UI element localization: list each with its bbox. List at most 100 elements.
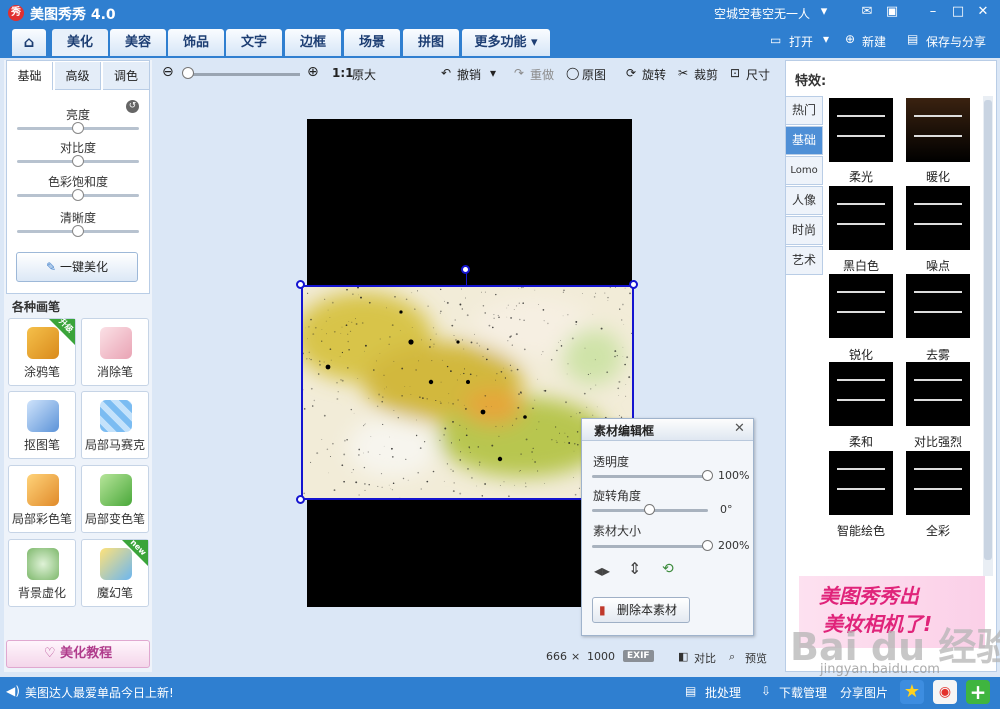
sharpness-knob[interactable] bbox=[72, 225, 84, 237]
effect-thumbnail[interactable] bbox=[829, 186, 893, 250]
maximize-icon[interactable]: □ bbox=[949, 3, 967, 21]
saturation-knob[interactable] bbox=[72, 189, 84, 201]
share-image-button[interactable]: 分享图片 bbox=[840, 684, 888, 701]
subtab-basic[interactable]: 基础 bbox=[7, 62, 53, 90]
category-portrait[interactable]: 人像 bbox=[785, 186, 823, 215]
star-dust bbox=[474, 333, 475, 335]
star-dust bbox=[453, 335, 455, 336]
replace-material-icon[interactable]: ⟲ bbox=[662, 561, 674, 577]
skin-icon[interactable]: ▣ bbox=[883, 3, 901, 21]
exif-button[interactable]: EXIF bbox=[623, 650, 654, 662]
star-dust bbox=[349, 330, 352, 333]
flip-horizontal-icon[interactable]: ◂▸ bbox=[594, 561, 610, 580]
resize-handle-top-right[interactable] bbox=[629, 280, 638, 289]
favorite-star-icon[interactable]: ★ bbox=[900, 680, 924, 704]
size-slider[interactable] bbox=[592, 545, 708, 548]
tutorial-button[interactable]: ♡ 美化教程 bbox=[6, 640, 150, 668]
rotation-handle[interactable] bbox=[461, 265, 470, 274]
size-button[interactable]: 尺寸 bbox=[746, 66, 770, 83]
brush-local-color[interactable]: 局部彩色笔 bbox=[8, 465, 76, 533]
brush-cutout[interactable]: 抠图笔 bbox=[8, 391, 76, 459]
download-manager-button[interactable]: 下载管理 bbox=[779, 684, 827, 701]
effects-scroll-thumb[interactable] bbox=[984, 100, 992, 560]
star-dust bbox=[444, 427, 447, 430]
open-button[interactable]: 打开 bbox=[789, 33, 813, 50]
effect-thumbnail[interactable] bbox=[906, 98, 970, 162]
rotate-button[interactable]: 旋转 bbox=[642, 66, 666, 83]
weibo-icon[interactable]: ◉ bbox=[933, 680, 957, 704]
effect-thumbnail[interactable] bbox=[829, 98, 893, 162]
material-editor-title: 素材编辑框 bbox=[594, 424, 655, 438]
undo-dropdown-icon[interactable]: ▾ bbox=[490, 66, 496, 80]
news-ticker[interactable]: 美图达人最爱单品今日上新! bbox=[25, 684, 174, 701]
star-dust bbox=[525, 438, 528, 441]
star-dust bbox=[560, 345, 563, 347]
new-button[interactable]: 新建 bbox=[862, 33, 886, 50]
account-name[interactable]: 空城空巷空无一人 bbox=[714, 5, 810, 22]
undo-button[interactable]: 撤销 bbox=[457, 66, 481, 83]
one-click-beautify-button[interactable]: ✎ 一键美化 bbox=[16, 252, 138, 282]
size-knob[interactable] bbox=[702, 540, 713, 551]
preview-button[interactable]: 预览 bbox=[745, 650, 767, 666]
star-dust bbox=[587, 373, 589, 375]
brush-mosaic[interactable]: 局部马赛克 bbox=[81, 391, 149, 459]
star-dust bbox=[573, 450, 575, 452]
material-editor-header[interactable]: 素材编辑框 ✕ bbox=[582, 419, 753, 441]
star-dust bbox=[348, 321, 350, 322]
brush-eraser[interactable]: 消除笔 bbox=[81, 318, 149, 386]
star-dust bbox=[373, 369, 375, 371]
delete-material-button[interactable]: ▮ 删除本素材 bbox=[592, 597, 690, 623]
original-button[interactable]: 原图 bbox=[582, 66, 606, 83]
star-dust bbox=[321, 439, 323, 440]
contrast-knob[interactable] bbox=[72, 155, 84, 167]
brush-doodle[interactable]: 升级 涂鸦笔 bbox=[8, 317, 76, 386]
star-dust bbox=[344, 439, 346, 442]
category-basic[interactable]: 基础 bbox=[785, 126, 823, 155]
effect-thumbnail[interactable] bbox=[906, 274, 970, 338]
minimize-icon[interactable]: – bbox=[924, 3, 942, 21]
brush-magic[interactable]: new 魔幻笔 bbox=[81, 538, 149, 607]
zoom-out-icon[interactable]: ⊖ bbox=[162, 64, 174, 80]
brush-local-recolor[interactable]: 局部变色笔 bbox=[81, 465, 149, 533]
category-fashion[interactable]: 时尚 bbox=[785, 216, 823, 245]
rotation-knob[interactable] bbox=[644, 504, 655, 515]
star-dust bbox=[319, 364, 321, 366]
effect-thumbnail[interactable] bbox=[906, 186, 970, 250]
resize-handle-top-left[interactable] bbox=[296, 280, 305, 289]
star-dust bbox=[386, 386, 387, 388]
times-sign: × bbox=[571, 650, 581, 663]
star-dust bbox=[478, 461, 481, 464]
brightness-knob[interactable] bbox=[72, 122, 84, 134]
open-dropdown-icon[interactable]: ▾ bbox=[823, 32, 829, 46]
effect-thumbnail[interactable] bbox=[829, 274, 893, 338]
crop-button[interactable]: 裁剪 bbox=[694, 66, 718, 83]
flip-vertical-icon[interactable]: ⇕ bbox=[628, 559, 641, 578]
subtab-advanced[interactable]: 高级 bbox=[55, 62, 101, 90]
star-dust bbox=[614, 350, 617, 353]
add-icon[interactable]: + bbox=[966, 680, 990, 704]
brush-background-blur[interactable]: 背景虚化 bbox=[8, 539, 76, 607]
message-icon[interactable]: ✉ bbox=[858, 3, 876, 21]
save-share-button[interactable]: 保存与分享 bbox=[926, 33, 986, 50]
zoom-slider[interactable] bbox=[184, 73, 300, 76]
star-dust bbox=[323, 414, 326, 417]
zoom-in-icon[interactable]: ⊕ bbox=[307, 64, 319, 80]
account-dropdown-icon[interactable]: ▾ bbox=[815, 3, 833, 21]
star-dust bbox=[308, 326, 310, 328]
close-icon[interactable]: ✕ bbox=[734, 421, 745, 436]
batch-button[interactable]: 批处理 bbox=[705, 684, 741, 701]
compare-button[interactable]: 对比 bbox=[694, 650, 716, 666]
resize-handle-bottom-left[interactable] bbox=[296, 495, 305, 504]
opacity-slider[interactable] bbox=[592, 475, 708, 478]
effect-thumbnail[interactable] bbox=[906, 362, 970, 426]
opacity-knob[interactable] bbox=[702, 470, 713, 481]
subtab-color[interactable]: 调色 bbox=[103, 62, 149, 90]
effect-thumbnail[interactable] bbox=[829, 451, 893, 515]
redo-button[interactable]: 重做 bbox=[530, 66, 554, 83]
zoom-knob[interactable] bbox=[182, 67, 194, 79]
original-size-button[interactable]: 原大 bbox=[352, 66, 376, 83]
category-hot[interactable]: 热门 bbox=[785, 96, 823, 125]
close-window-icon[interactable]: ✕ bbox=[974, 3, 992, 21]
effect-thumbnail[interactable] bbox=[906, 451, 970, 515]
effect-thumbnail[interactable] bbox=[829, 362, 893, 426]
